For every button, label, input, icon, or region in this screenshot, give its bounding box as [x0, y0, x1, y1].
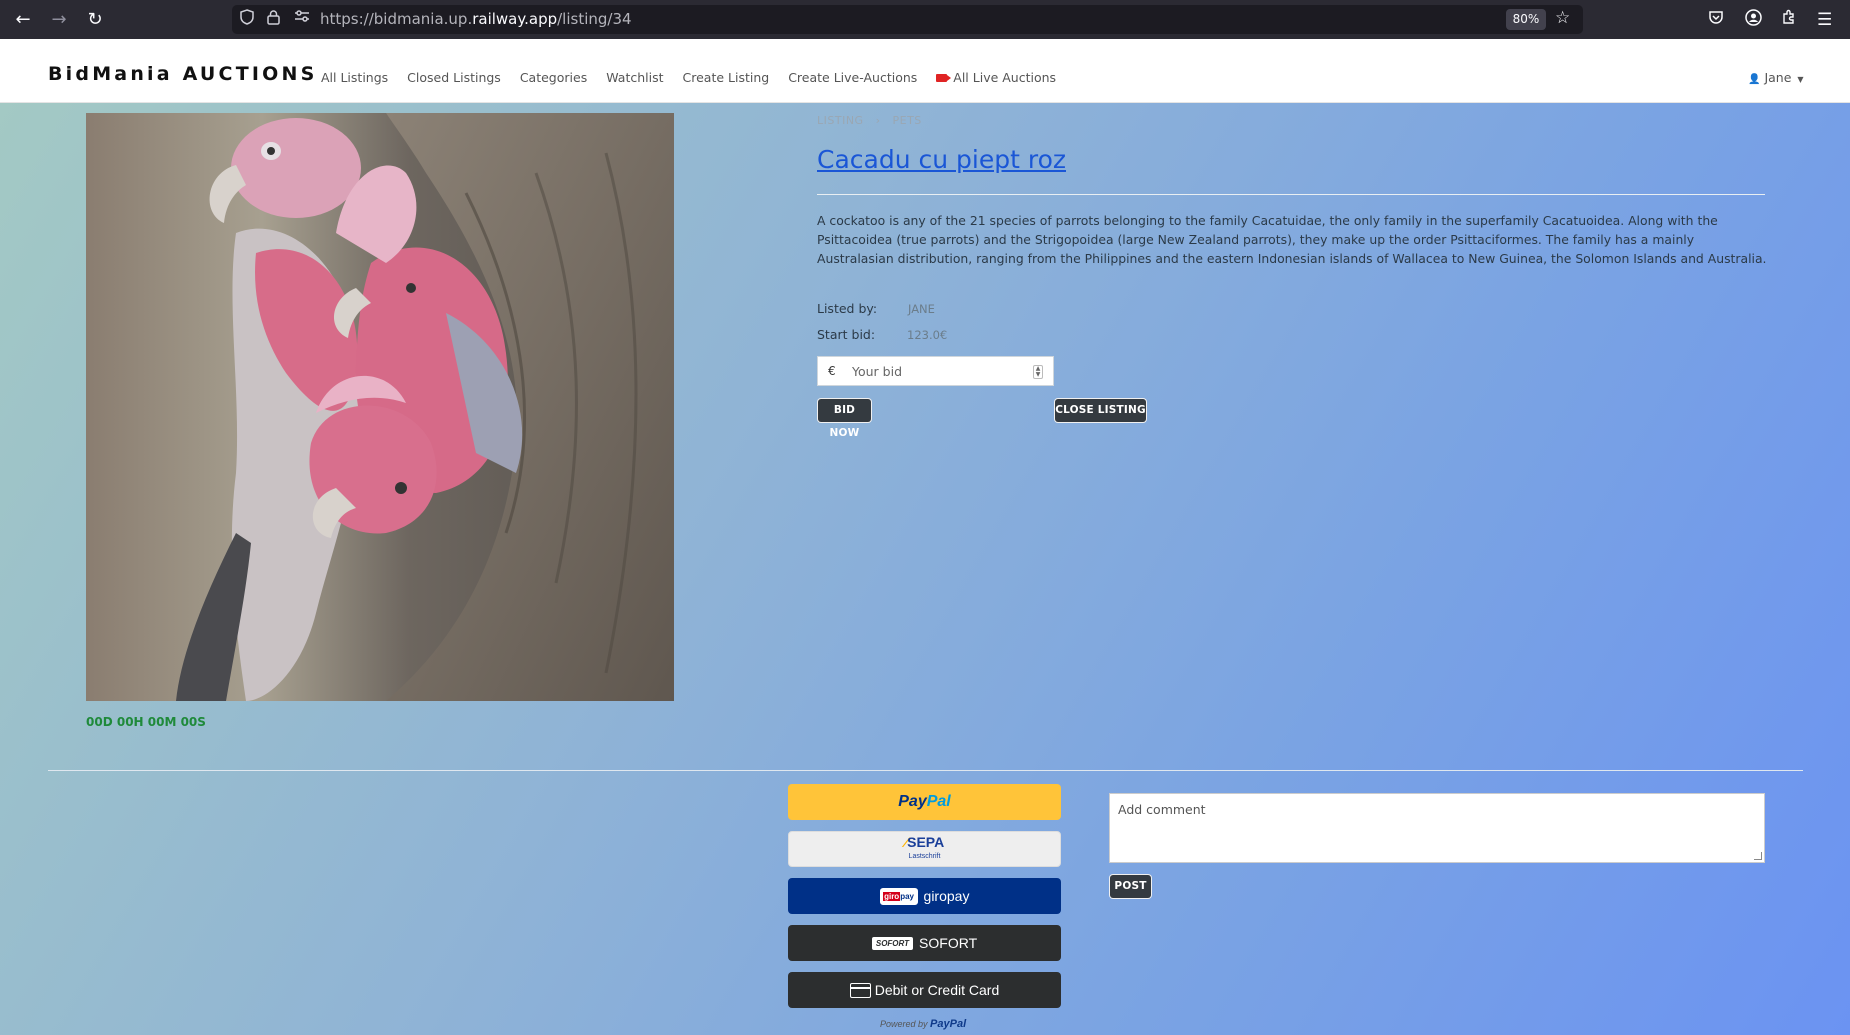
post-comment-button[interactable]: POST [1110, 875, 1151, 898]
credit-card-icon [849, 982, 871, 998]
user-name: Jane [1764, 70, 1792, 85]
divider [817, 194, 1765, 195]
video-camera-icon [936, 74, 952, 82]
nav-all-live-auctions-label: All Live Auctions [953, 70, 1057, 85]
bid-now-button[interactable]: BID NOW [818, 399, 871, 439]
comment-box [1109, 793, 1765, 863]
reload-icon[interactable]: ↻ [84, 9, 106, 31]
sepa-sublabel: Lastschrift [908, 852, 941, 860]
section-divider [48, 770, 1803, 771]
bid-amount-input[interactable] [852, 361, 1022, 381]
url-prefix: https://bidmania.up. [320, 10, 473, 28]
user-menu[interactable]: 👤 Jane ▼ [1748, 70, 1804, 85]
listed-by-row: Listed by: JANE [817, 301, 935, 316]
sofort-badge: SOFORT [871, 936, 914, 950]
giropay-label: giropay [923, 888, 970, 904]
caret-down-icon: ▼ [1797, 75, 1804, 84]
listing-image [86, 113, 674, 701]
auction-countdown: 00D 00H 00M 00S [86, 715, 206, 729]
powered-by-brand: PayPal [930, 1018, 967, 1030]
browser-toolbar: ← → ↻ https://bidmania.up.railway.app/li… [0, 0, 1850, 39]
sofort-label: SOFORT [919, 935, 978, 951]
breadcrumb-listing[interactable]: LISTING [817, 114, 864, 127]
close-listing-button[interactable]: CLOSE LISTING [1055, 399, 1146, 422]
listed-by-label: Listed by: [817, 301, 878, 316]
bid-input-group: € ▲▼ [817, 356, 1054, 386]
url-domain: railway.app [472, 10, 558, 28]
url-path: /listing/34 [557, 10, 632, 28]
pocket-icon[interactable] [1708, 9, 1724, 31]
listed-by-value: JANE [908, 302, 935, 316]
number-spinner-icon[interactable]: ▲ ▼ [1033, 365, 1043, 379]
shield-icon[interactable] [240, 9, 254, 31]
currency-symbol: € [828, 364, 836, 378]
resize-grip-icon[interactable] [1754, 852, 1762, 860]
account-icon[interactable] [1745, 9, 1762, 32]
nav-all-listings[interactable]: All Listings [321, 70, 388, 85]
comment-input[interactable] [1110, 794, 1764, 862]
nav-categories[interactable]: Categories [520, 70, 587, 85]
nav-create-live-auctions[interactable]: Create Live-Auctions [788, 70, 917, 85]
breadcrumb-separator: › [875, 114, 881, 127]
breadcrumb-pets[interactable]: PETS [892, 114, 921, 127]
card-button[interactable]: Debit or Credit Card [788, 972, 1061, 1008]
nav-create-listing[interactable]: Create Listing [683, 70, 770, 85]
breadcrumb: LISTING › PETS [817, 114, 930, 127]
bookmark-star-icon[interactable]: ☆ [1555, 8, 1570, 28]
permissions-icon[interactable] [294, 9, 310, 29]
giropay-button[interactable]: giropay giropay [788, 878, 1061, 914]
address-bar[interactable]: https://bidmania.up.railway.app/listing/… [232, 5, 1583, 34]
card-label: Debit or Credit Card [874, 982, 1000, 998]
site-navbar: BidMania AUCTIONS All Listings Closed Li… [0, 39, 1850, 103]
listing-title[interactable]: Cacadu cu piept roz [817, 145, 1066, 174]
user-icon: 👤 [1748, 74, 1761, 85]
start-bid-row: Start bid: 123.0€ [817, 327, 947, 342]
forward-icon[interactable]: → [48, 9, 70, 31]
brand-logo[interactable]: BidMania AUCTIONS [48, 63, 317, 85]
lock-icon[interactable] [267, 9, 280, 31]
listing-page: 00D 00H 00M 00S LISTING › PETS Cacadu cu… [0, 103, 1850, 1035]
nav-all-live-auctions[interactable]: All Live Auctions [936, 70, 1056, 85]
extensions-icon[interactable] [1781, 9, 1797, 31]
powered-by-paypal: Powered by PayPal [880, 1018, 966, 1030]
nav-closed-listings[interactable]: Closed Listings [407, 70, 501, 85]
start-bid-value: 123.0€ [907, 328, 948, 342]
paypal-button[interactable]: PayPal [788, 784, 1061, 820]
paypal-logo: PayPal [898, 793, 951, 810]
zoom-level[interactable]: 80% [1506, 9, 1546, 30]
sepa-label: SEPA [907, 833, 945, 850]
listing-description: A cockatoo is any of the 21 species of p… [817, 213, 1767, 266]
start-bid-label: Start bid: [817, 327, 876, 342]
powered-by-text: Powered by [880, 1019, 928, 1029]
giropay-logo-icon: giropay [879, 887, 918, 905]
sepa-button[interactable]: ⁄SEPA Lastschrift [788, 831, 1061, 867]
url-text[interactable]: https://bidmania.up.railway.app/listing/… [320, 10, 632, 29]
nav-links: All Listings Closed Listings Categories … [321, 70, 1075, 85]
sofort-button[interactable]: SOFORT SOFORT [788, 925, 1061, 961]
back-icon[interactable]: ← [12, 9, 34, 31]
sepa-logo: ⁄SEPA Lastschrift [904, 833, 945, 860]
menu-icon[interactable]: ☰ [1817, 9, 1832, 31]
nav-watchlist[interactable]: Watchlist [606, 70, 663, 85]
